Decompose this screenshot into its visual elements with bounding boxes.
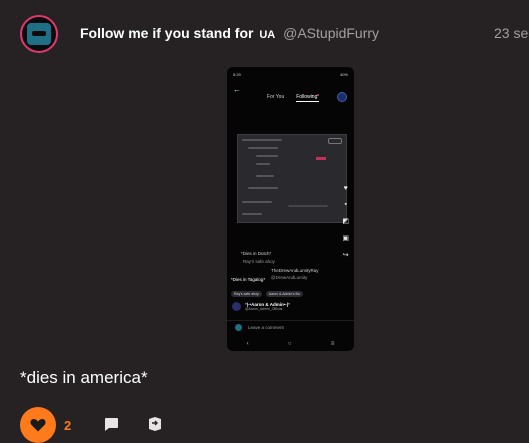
comment-icon <box>105 418 118 431</box>
phone-nav-bar: ‹ ○ ≡ <box>227 337 354 351</box>
feed-tabs: For You Following <box>267 94 320 102</box>
nav-menu-icon: ≡ <box>330 341 335 347</box>
reply-handle-1: @DrewAndLumity <box>271 275 308 280</box>
box-repost-icon <box>149 417 161 431</box>
nav-home-icon: ○ <box>287 341 292 347</box>
comment-avatar <box>235 324 242 331</box>
reply-author-1: TheDrewAndLumityRay <box>271 268 319 273</box>
phone-profile-avatar <box>337 92 347 102</box>
tab-following-label: Following <box>296 94 318 100</box>
caption-line-1: *Dies in Dutch* <box>241 251 272 256</box>
post-timestamp: 23 sec <box>494 25 529 41</box>
phone-chips: Ray's safe ahoy Aaron & Admin's Bo <box>231 291 303 297</box>
repost-button[interactable] <box>145 414 165 434</box>
status-battery: 40% <box>339 72 348 77</box>
tab-following: Following <box>296 94 320 102</box>
like-button[interactable] <box>20 407 56 443</box>
avatar-image <box>27 23 51 45</box>
reply-handle-2: @Aaron_Admin_Official <box>245 307 283 311</box>
post-text: *dies in america* <box>20 368 148 387</box>
notification-dot <box>317 94 320 96</box>
post-title: Follow me if you stand for <box>80 25 254 41</box>
chip-1: Ray's safe ahoy <box>231 291 262 297</box>
heart-icon <box>30 419 46 432</box>
phone-share-icon: ↪ <box>342 252 349 259</box>
author-handle[interactable]: @AStupidFurry <box>283 25 379 41</box>
phone-side-actions: ♥ ▪ ◩ ▣ ↪ <box>342 185 349 259</box>
phone-box-icon: ▣ <box>342 235 349 242</box>
phone-reply-row: °|-•Aaron & Admin•-|° @Aaron_Admin_Offic… <box>232 302 290 311</box>
phone-like-icon: ♥ <box>343 185 348 192</box>
tab-for-you: For You <box>267 94 285 100</box>
caption-line-3: *Dies in Tagalog* <box>231 277 266 282</box>
chip-2: Aaron & Admin's Bo <box>265 291 303 297</box>
flag-label: UA <box>259 29 276 41</box>
phone-comment-icon: ▪ <box>344 201 347 208</box>
caption-line-2: Ray's safe ahoy <box>243 259 275 264</box>
nav-back-icon: ‹ <box>246 341 249 347</box>
reply-avatar <box>232 302 241 311</box>
comment-placeholder: Leave a comment <box>248 325 284 330</box>
reply-button[interactable] <box>101 414 121 434</box>
author-avatar[interactable] <box>20 15 58 53</box>
phone-repost-icon: ◩ <box>342 218 349 225</box>
nested-screenshot <box>237 134 347 223</box>
attached-screenshot[interactable]: 5:29 40% ← For You Following ♥ ▪ ◩ ▣ ↪ *… <box>227 67 354 351</box>
phone-comment-bar: Leave a comment <box>227 320 354 334</box>
like-count: 2 <box>64 418 72 433</box>
back-arrow-icon: ← <box>233 85 241 94</box>
phone-status-bar: 5:29 40% <box>233 72 348 78</box>
post-header: Follow me if you stand for UA @AStupidFu… <box>80 25 529 41</box>
status-time: 5:29 <box>233 72 241 77</box>
